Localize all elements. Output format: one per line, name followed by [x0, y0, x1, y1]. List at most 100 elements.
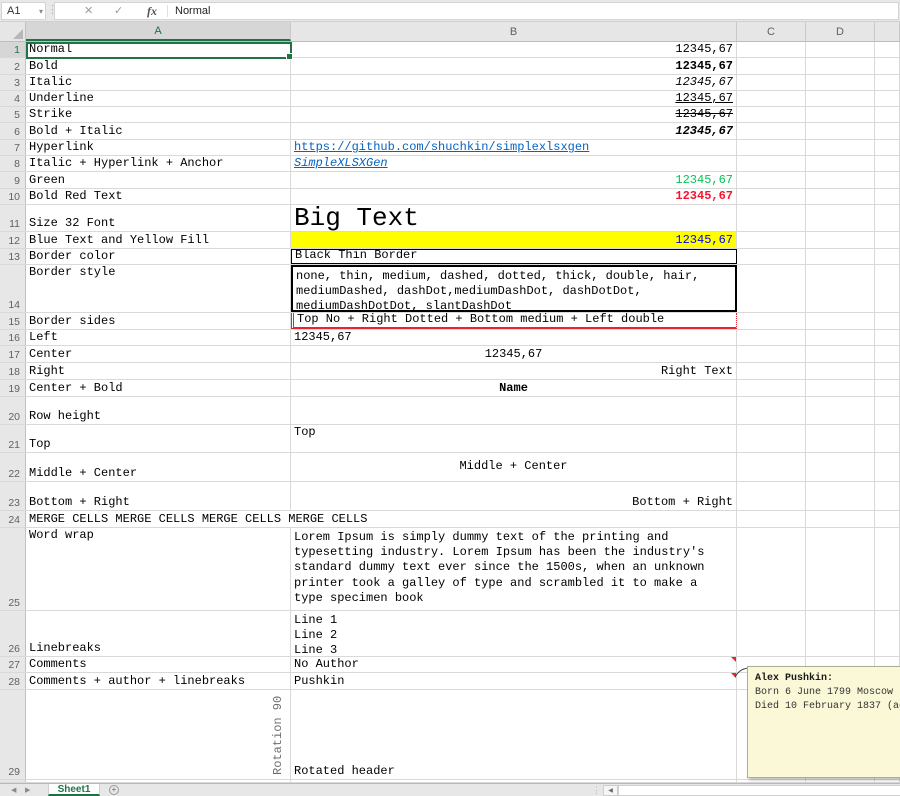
cell-A12[interactable]: Blue Text and Yellow Fill — [26, 232, 291, 248]
cell-C18[interactable] — [737, 363, 806, 379]
cell-E8[interactable] — [875, 156, 900, 171]
row-header-6[interactable]: 6 — [0, 123, 26, 138]
cell-A13[interactable]: Border color — [26, 249, 291, 264]
cell-D24[interactable] — [806, 511, 875, 527]
cell-B6[interactable]: 12345,67 — [291, 123, 737, 138]
cell-A20[interactable]: Row height — [26, 397, 291, 424]
cell-D20[interactable] — [806, 397, 875, 424]
cell-E17[interactable] — [875, 346, 900, 362]
cancel-icon[interactable]: ✕ — [84, 4, 93, 19]
cell-C25[interactable] — [737, 528, 806, 610]
row-header-8[interactable]: 8 — [0, 156, 26, 171]
cell-E9[interactable] — [875, 172, 900, 187]
cell-C16[interactable] — [737, 330, 806, 345]
cell-E7[interactable] — [875, 140, 900, 155]
cell-B16[interactable]: 12345,67 — [291, 330, 737, 345]
cell-B14[interactable]: none, thin, medium, dashed, dotted, thic… — [291, 265, 737, 312]
cell-D9[interactable] — [806, 172, 875, 187]
scroll-left-button[interactable]: ◀ — [603, 785, 618, 796]
cell-E22[interactable] — [875, 453, 900, 481]
cell-B25[interactable]: Lorem Ipsum is simply dummy text of the … — [291, 528, 737, 610]
cell-D11[interactable] — [806, 205, 875, 231]
cell-C23[interactable] — [737, 482, 806, 510]
cell-B22[interactable]: Middle + Center — [291, 453, 737, 481]
cell-D7[interactable] — [806, 140, 875, 155]
cell-E25[interactable] — [875, 528, 900, 610]
cell-B10[interactable]: 12345,67 — [291, 189, 737, 204]
cell-E20[interactable] — [875, 397, 900, 424]
cell-E2[interactable] — [875, 58, 900, 73]
horizontal-scrollbar[interactable] — [618, 785, 900, 796]
cell-B5[interactable]: 12345,67 — [291, 107, 737, 122]
formula-bar[interactable]: ✕ ✓ fx Normal — [54, 2, 899, 20]
cell-D10[interactable] — [806, 189, 875, 204]
cell-A6[interactable]: Bold + Italic — [26, 123, 291, 138]
cell-B26[interactable]: Line 1 Line 2 Line 3 — [291, 611, 737, 656]
cell-C30[interactable] — [737, 780, 806, 782]
row-header-29[interactable]: 29 — [0, 690, 26, 779]
row-header-11[interactable]: 11 — [0, 205, 26, 231]
cell-A29[interactable]: Rotation 90 — [26, 690, 291, 779]
cell-A3[interactable]: Italic — [26, 75, 291, 90]
cell-C10[interactable] — [737, 189, 806, 204]
cell-B12[interactable]: 12345,67 — [291, 232, 737, 248]
cell-B9[interactable]: 12345,67 — [291, 172, 737, 187]
cell-A24-merged[interactable]: MERGE CELLS MERGE CELLS MERGE CELLS MERG… — [26, 511, 737, 527]
cell-A5[interactable]: Strike — [26, 107, 291, 122]
cell-A16[interactable]: Left — [26, 330, 291, 345]
row-header-14[interactable]: 14 — [0, 265, 26, 312]
cell-B3[interactable]: 12345,67 — [291, 75, 737, 90]
cell-A8[interactable]: Italic + Hyperlink + Anchor — [26, 156, 291, 171]
cell-D19[interactable] — [806, 380, 875, 396]
cell-A26[interactable]: Linebreaks — [26, 611, 291, 656]
cell-B2[interactable]: 12345,67 — [291, 58, 737, 73]
next-sheet-icon[interactable]: ▶ — [25, 786, 30, 794]
cell-A23[interactable]: Bottom + Right — [26, 482, 291, 510]
cell-C21[interactable] — [737, 425, 806, 452]
cell-E6[interactable] — [875, 123, 900, 138]
cell-B13[interactable]: Black Thin Border — [291, 249, 737, 264]
cell-D26[interactable] — [806, 611, 875, 656]
cell-B11[interactable]: Big Text — [291, 205, 737, 231]
cell-E18[interactable] — [875, 363, 900, 379]
cell-A21[interactable]: Top — [26, 425, 291, 452]
cell-E1[interactable] — [875, 42, 900, 57]
cell-E14[interactable] — [875, 265, 900, 312]
cell-B4[interactable]: 12345,67 — [291, 91, 737, 106]
cell-D21[interactable] — [806, 425, 875, 452]
cell-A19[interactable]: Center + Bold — [26, 380, 291, 396]
column-header-D[interactable]: D — [806, 22, 875, 41]
row-header-1[interactable]: 1 — [0, 42, 26, 57]
cell-D12[interactable] — [806, 232, 875, 248]
cell-B1[interactable]: 12345,67 — [291, 42, 737, 57]
cell-B20[interactable] — [291, 397, 737, 424]
cell-D3[interactable] — [806, 75, 875, 90]
cell-C9[interactable] — [737, 172, 806, 187]
cell-A14[interactable]: Border style — [26, 265, 291, 312]
cell-D8[interactable] — [806, 156, 875, 171]
tab-sheet1[interactable]: Sheet1 — [48, 784, 100, 796]
row-header-28[interactable]: 28 — [0, 673, 26, 689]
cell-B21[interactable]: Top — [291, 425, 737, 452]
cell-A17[interactable]: Center — [26, 346, 291, 362]
cell-A27[interactable]: Comments — [26, 657, 291, 672]
cell-E5[interactable] — [875, 107, 900, 122]
enter-icon[interactable]: ✓ — [114, 4, 123, 19]
row-header-26[interactable]: 26 — [0, 611, 26, 656]
cell-C13[interactable] — [737, 249, 806, 264]
cell-A25[interactable]: Word wrap — [26, 528, 291, 610]
row-header-27[interactable]: 27 — [0, 657, 26, 672]
cell-E12[interactable] — [875, 232, 900, 248]
column-header-partial[interactable] — [875, 22, 900, 41]
cell-C8[interactable] — [737, 156, 806, 171]
cell-A11[interactable]: Size 32 Font — [26, 205, 291, 231]
chevron-down-icon[interactable]: ▾ — [39, 7, 43, 16]
cell-E24[interactable] — [875, 511, 900, 527]
cell-A30[interactable] — [26, 780, 291, 782]
column-header-A[interactable]: A — [26, 22, 291, 41]
cell-D2[interactable] — [806, 58, 875, 73]
cell-C11[interactable] — [737, 205, 806, 231]
cell-E15[interactable] — [875, 313, 900, 329]
column-header-C[interactable]: C — [737, 22, 806, 41]
row-header-16[interactable]: 16 — [0, 330, 26, 345]
